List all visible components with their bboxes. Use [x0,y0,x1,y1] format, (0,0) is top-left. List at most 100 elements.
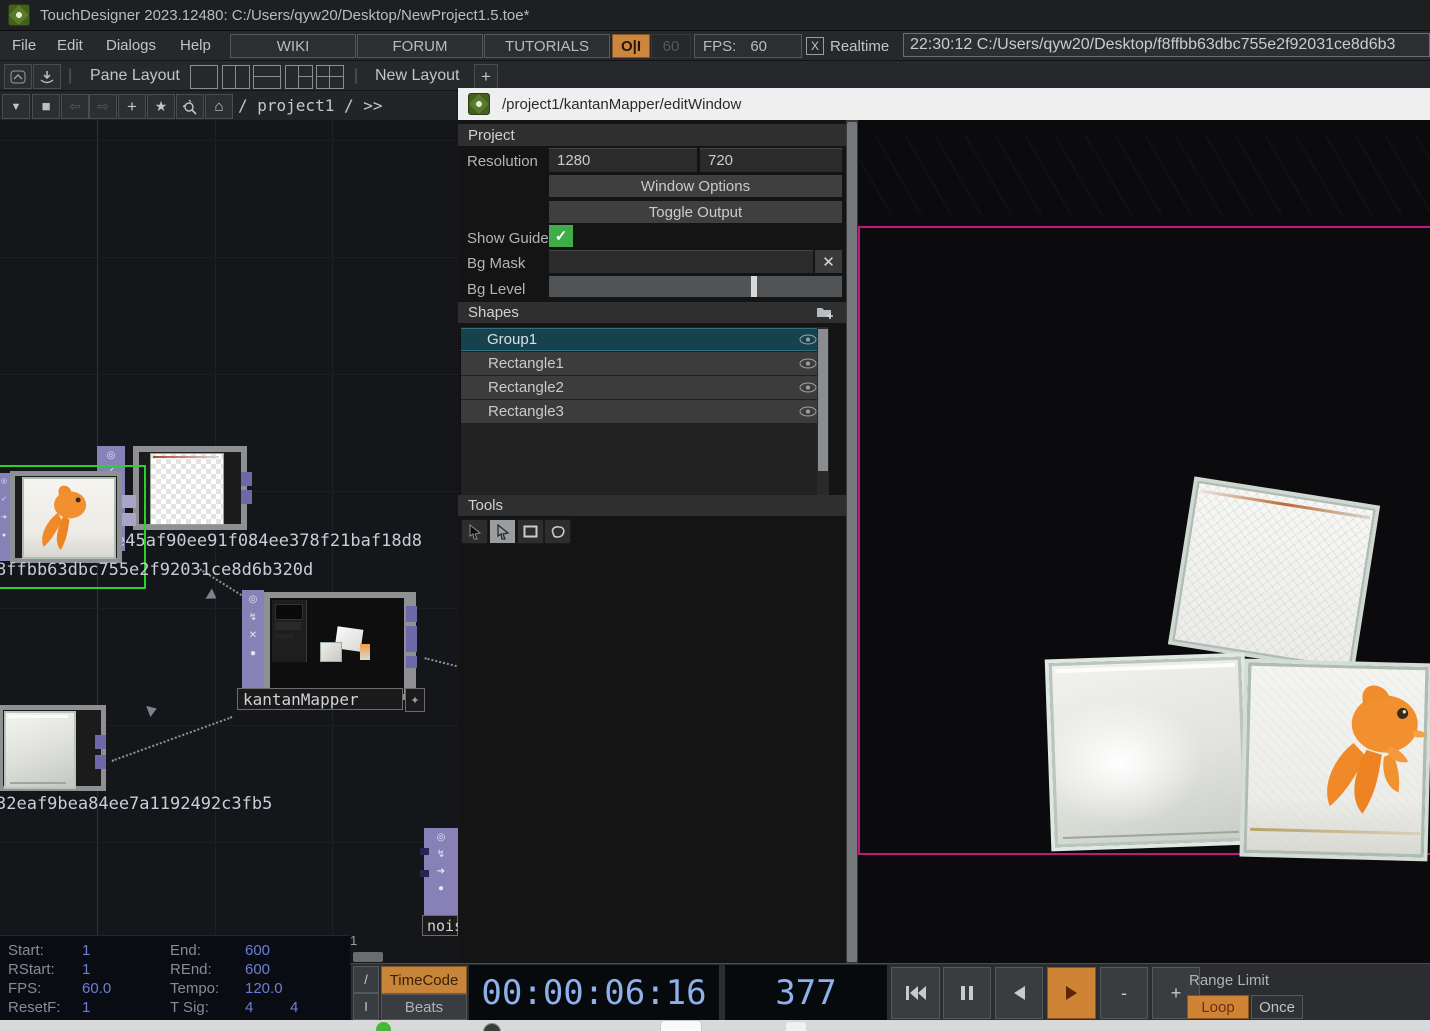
node-output-connector[interactable] [241,490,252,504]
bypass-flag-icon[interactable]: ● [438,884,444,894]
search-network-button[interactable] [176,94,204,119]
beats-mode-button[interactable]: Beats [381,994,467,1020]
resolution-height-field[interactable]: 720 [700,148,842,172]
tool-rectangle-button[interactable] [517,519,544,544]
tsig-value[interactable]: 4 [245,999,253,1016]
scrollbar-thumb[interactable] [818,329,828,471]
back-button[interactable]: ⇦ [61,94,89,119]
node-kantan-mapper[interactable] [264,592,416,700]
output-canvas[interactable] [858,120,1430,965]
tool-select-button[interactable] [461,519,488,544]
timeline-scrubber-handle[interactable] [353,952,383,962]
node-label[interactable]: 8ffbb63dbc755e2f92031ce8d6b320d [0,560,313,580]
visibility-eye-icon[interactable] [799,382,817,393]
menu-dialogs[interactable]: Dialogs [106,37,156,54]
visibility-eye-icon[interactable] [799,406,817,417]
node-output-connector[interactable] [406,606,417,622]
node-add-button[interactable]: ✦ [405,688,425,712]
shape-row-rectangle2[interactable]: Rectangle2 [461,376,829,399]
node-name-field[interactable]: nois [422,915,458,936]
play-forward-button[interactable] [1047,967,1096,1019]
node-output-connector[interactable] [406,626,417,652]
panel-scrollbar-thumb[interactable] [847,122,857,962]
add-shape-folder-button[interactable] [816,304,836,325]
forum-button[interactable]: FORUM [357,34,483,58]
bypass-flag-icon[interactable]: ● [2,531,6,541]
once-button[interactable]: Once [1251,995,1303,1019]
layout-two-columns-button[interactable] [222,65,250,89]
shape-row-rectangle1[interactable]: Rectangle1 [461,352,829,375]
node-input-connector[interactable] [420,870,429,877]
project-section-header[interactable]: Project [458,124,854,146]
viewer-flag-icon[interactable]: ◎ [437,833,446,843]
check-flag-icon[interactable]: ✓ [1,495,7,505]
bg-level-slider[interactable] [549,276,842,297]
frame-i-button[interactable]: I [353,993,379,1020]
tempo-value[interactable]: 120.0 [245,980,283,997]
show-guide-checkbox[interactable]: ✓ [549,225,573,247]
timecode-mode-button[interactable]: TimeCode [381,966,467,994]
slider-handle[interactable] [751,276,757,297]
import-layout-button[interactable] [33,64,61,89]
layout-single-button[interactable] [190,65,218,89]
stop-button[interactable]: ■ [32,94,60,119]
viewer-flag-icon[interactable]: ◎ [1,477,7,487]
node-output-connector[interactable] [95,735,106,749]
shape-row-rectangle3[interactable]: Rectangle3 [461,400,829,423]
rend-value[interactable]: 600 [245,961,270,978]
lightning-flag-icon[interactable]: ↯ [249,613,257,623]
loop-button[interactable]: Loop [1187,995,1249,1019]
visibility-eye-icon[interactable] [799,358,817,369]
node-glass-image[interactable] [0,705,106,791]
toggle-output-button[interactable]: Toggle Output [549,201,842,223]
node-output-connector[interactable] [406,656,417,668]
tutorials-button[interactable]: TUTORIALS [484,34,610,58]
tools-section-header[interactable]: Tools [458,495,854,516]
node-label[interactable]: 32eaf9bea84ee7a1192492c3fb5 [0,794,272,814]
viewer-flag-icon[interactable]: ◎ [249,595,258,605]
add-pane-button[interactable]: + [118,94,146,119]
fps-value[interactable]: 60.0 [82,980,111,997]
node-label[interactable]: e45af90ee91f084ee378f21baf18d8 [115,531,422,551]
network-editor[interactable]: ◎ ✓ e45af90ee91f084ee378f21baf18d8 ◎ ✓ ➜… [0,120,458,965]
node-output-connector[interactable] [95,755,106,769]
speed-down-button[interactable]: - [1100,967,1148,1019]
forward-button[interactable]: ⇨ [89,94,117,119]
tool-edit-points-button[interactable] [489,519,516,544]
viewer-flag-icon[interactable]: ◎ [107,451,116,461]
resetf-value[interactable]: 1 [82,999,90,1016]
skip-to-start-button[interactable] [891,967,940,1019]
shapes-section-header[interactable]: Shapes [458,302,854,323]
node-top-image[interactable] [133,446,247,530]
node-body[interactable] [10,471,122,563]
collapse-pane-button[interactable] [4,64,32,89]
rstart-value[interactable]: 1 [82,961,90,978]
menu-edit[interactable]: Edit [57,37,83,54]
layout-two-rows-button[interactable] [253,65,281,89]
status-path-field[interactable]: 22:30:12 C:/Users/qyw20/Desktop/f8ffbb63… [903,33,1430,57]
bg-mask-field[interactable] [549,250,813,273]
node-output-connector[interactable] [241,472,252,486]
shape-row-group1[interactable]: Group1 [461,328,829,351]
start-value[interactable]: 1 [82,942,90,959]
layout-grid-button[interactable] [316,65,344,89]
menu-file[interactable]: File [12,37,36,54]
x-flag-icon[interactable]: ✕ [249,631,257,641]
pause-button[interactable] [943,967,991,1019]
bypass-flag-icon[interactable]: ● [250,649,256,659]
layout-left-right-split-button[interactable] [285,65,313,89]
fps-field[interactable]: FPS: 60 [694,34,802,58]
play-reverse-button[interactable] [995,967,1043,1019]
node-name-field[interactable]: kantanMapper [237,688,403,710]
tsig-value2[interactable]: 4 [290,999,298,1016]
node-input-connector[interactable] [420,848,429,855]
shapes-scrollbar[interactable] [817,327,829,495]
arrow-flag-icon[interactable]: ➜ [1,513,7,523]
node-flagstrip[interactable]: ◎ ↯ ✕ ● [242,590,264,703]
node-output-connector[interactable] [122,513,136,526]
end-value[interactable]: 600 [245,942,270,959]
realtime-checkbox[interactable]: X [806,37,824,55]
lightning-flag-icon[interactable]: ↯ [437,850,445,860]
resolution-width-field[interactable]: 1280 [549,148,697,172]
arrow-flag-icon[interactable]: ➜ [437,867,445,877]
